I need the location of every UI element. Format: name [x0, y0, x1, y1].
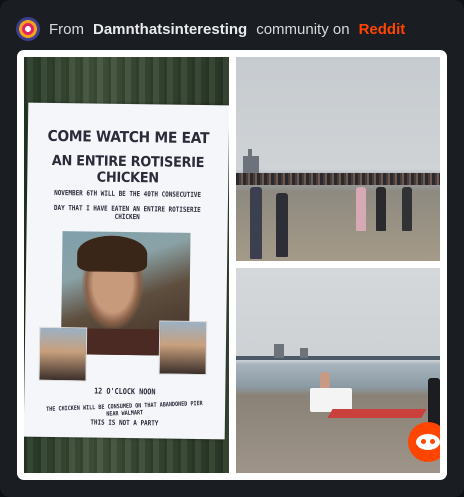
skyline-image — [300, 348, 308, 358]
crowd-image — [236, 173, 440, 185]
poster-photo[interactable]: COME WATCH ME EAT AN ENTIRE ROTISERIE CH… — [24, 57, 229, 473]
person-image — [376, 187, 386, 231]
person-image — [250, 187, 262, 259]
tower-image — [248, 149, 252, 157]
person-image — [356, 187, 366, 231]
post-header: From Damnthatsinteresting community on R… — [16, 15, 405, 43]
post-embed: From Damnthatsinteresting community on R… — [0, 0, 464, 497]
image-gallery: COME WATCH ME EAT AN ENTIRE ROTISERIE CH… — [17, 50, 447, 480]
poster-detail-2: DAY THAT I HAVE EATEN AN ENTIRE ROTISERI… — [53, 203, 201, 222]
skyline-image — [274, 344, 284, 358]
header-middle: community on — [256, 20, 350, 38]
poster-headline-2: AN ENTIRE ROTISERIE CHICKEN — [51, 152, 205, 187]
community-name-link[interactable]: Damnthatsinteresting — [93, 21, 247, 38]
pier-photo[interactable] — [236, 268, 440, 473]
reddit-snoo-icon — [408, 422, 440, 462]
header-prefix: From — [49, 20, 84, 38]
hair-image — [76, 235, 148, 273]
poster: COME WATCH ME EAT AN ENTIRE ROTISERIE CH… — [24, 102, 229, 440]
poster-footer: THIS IS NOT A PARTY — [90, 418, 159, 428]
poster-detail-1: NOVEMBER 6TH WILL BE THE 40TH CONSECUTIV… — [54, 188, 202, 200]
reddit-link[interactable]: Reddit — [359, 21, 406, 38]
building-image — [243, 156, 259, 174]
person-image — [276, 193, 288, 257]
crowd-photo[interactable] — [236, 57, 440, 261]
poster-inset-photo-left — [38, 326, 88, 382]
poster-time: 12 O'CLOCK NOON — [94, 386, 156, 397]
bridge-image — [236, 356, 440, 360]
poster-headline-1: COME WATCH ME EAT — [47, 126, 210, 148]
red-carpet-image — [327, 409, 427, 418]
person-image — [402, 187, 412, 231]
poster-inset-photo-right — [158, 320, 208, 376]
community-avatar-icon[interactable] — [16, 17, 40, 41]
